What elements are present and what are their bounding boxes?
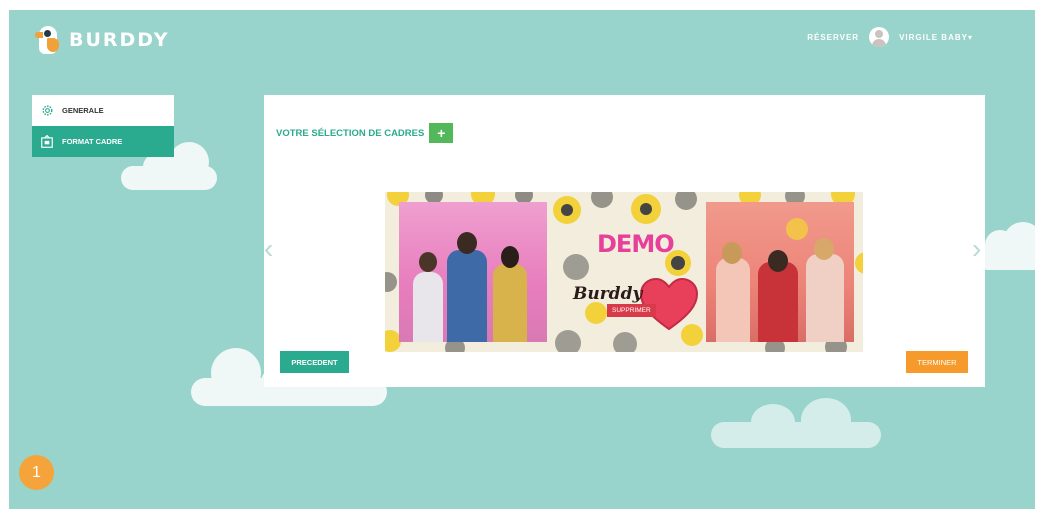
avatar[interactable] <box>869 27 890 47</box>
frame-preview: DEMO Burddy SUPPRIMER <box>385 192 863 352</box>
sidebar-item-label: GENERALE <box>62 106 104 115</box>
cloud-decoration <box>121 142 217 190</box>
brand-name: BURDDY <box>69 29 170 51</box>
frame-icon <box>40 134 54 149</box>
add-frame-button[interactable]: + <box>429 123 454 143</box>
reserve-link[interactable]: RÉSERVER <box>807 33 859 42</box>
sidebar: GENERALE FORMAT CADRE <box>32 95 174 157</box>
app-window: BURDDY RÉSERVER VIRGILE BABY▾ GENERALE F… <box>9 10 1035 509</box>
brand-logo[interactable]: BURDDY <box>35 22 169 58</box>
carousel-prev-arrow-icon[interactable]: ‹ <box>264 235 273 263</box>
bird-logo-icon <box>35 22 61 58</box>
user-menu[interactable]: VIRGILE BABY▾ <box>899 33 973 42</box>
delete-frame-button[interactable]: SUPPRIMER <box>607 304 656 317</box>
demo-watermark: DEMO <box>597 230 675 258</box>
chevron-down-icon: ▾ <box>967 32 973 42</box>
gear-icon <box>40 104 54 118</box>
sidebar-item-format-cadre[interactable]: FORMAT CADRE <box>32 126 174 157</box>
user-name: VIRGILE BABY <box>899 32 968 42</box>
frame-selection-card: VOTRE SÉLECTION DE CADRES + ‹ › DEMO Bur… <box>264 95 985 387</box>
sidebar-item-label: FORMAT CADRE <box>62 137 123 146</box>
finish-button[interactable]: TERMINER <box>906 351 968 373</box>
carousel-next-arrow-icon[interactable]: › <box>972 235 981 263</box>
card-header: VOTRE SÉLECTION DE CADRES + <box>276 123 454 143</box>
page-title: VOTRE SÉLECTION DE CADRES <box>276 127 425 139</box>
cloud-decoration <box>711 398 881 448</box>
burddy-signature: Burddy <box>573 284 643 304</box>
previous-button[interactable]: PRECEDENT <box>280 351 349 373</box>
party-photo-right <box>706 202 854 342</box>
sidebar-item-generale[interactable]: GENERALE <box>32 95 174 126</box>
step-number-badge: 1 <box>19 455 54 490</box>
party-photo-left <box>399 202 547 342</box>
header-user-area: RÉSERVER VIRGILE BABY▾ <box>807 27 973 47</box>
